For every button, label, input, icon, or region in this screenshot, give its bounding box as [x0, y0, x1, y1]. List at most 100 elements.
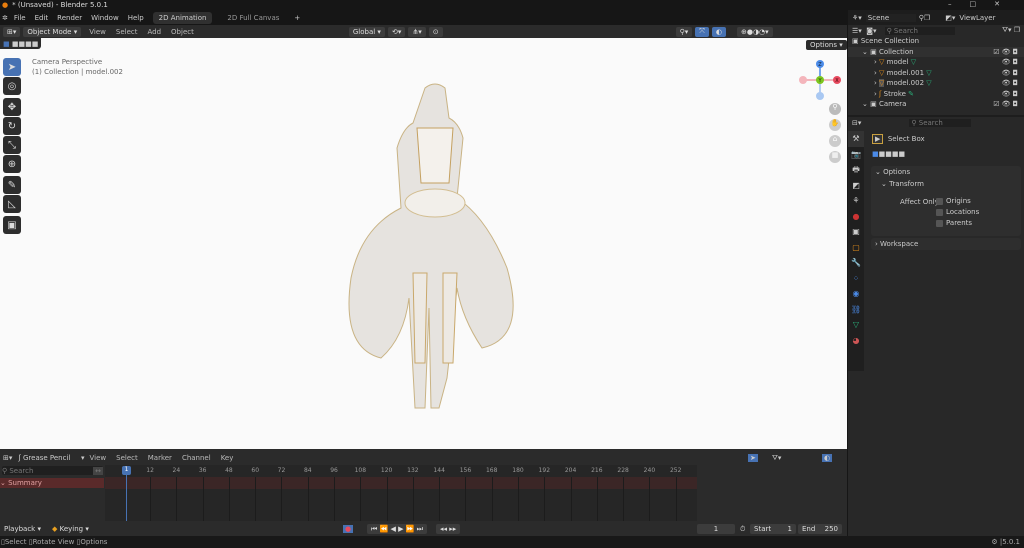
tab-2d-full-canvas[interactable]: 2D Full Canvas	[221, 12, 285, 24]
select-mode-buttons[interactable]: ■■■■■	[872, 150, 905, 158]
character-model[interactable]	[325, 78, 545, 418]
editor-mode-dropdown[interactable]: Grease Pencil	[23, 454, 81, 462]
properties-editor[interactable]: ⊟▾ ⚲ Search ⚒ 📷 🖶 ◩ ⚘ ● ▣ ▢ 🔧 ⁘ ◉ ⛓ ▽ ◕ ▶ Select Box …	[848, 117, 1024, 536]
scene-selector[interactable]: Scene	[865, 14, 916, 22]
editor-type-button[interactable]: ⊞▾	[3, 26, 21, 37]
menu-view[interactable]: View	[89, 28, 106, 36]
menu-key[interactable]: Key	[221, 454, 234, 462]
editor-type-button[interactable]: ⊞▾	[3, 454, 12, 462]
menu-select[interactable]: Select	[116, 454, 138, 462]
annotate-tool-icon[interactable]: ✎	[3, 176, 21, 194]
outliner-item-model-001[interactable]: › ▽ model.001 ▽ 👁◘	[848, 68, 1024, 79]
workspace-panel-header[interactable]: › Workspace	[871, 238, 1021, 250]
playback-dropdown[interactable]: Playback ▾	[0, 524, 45, 534]
playhead[interactable]: 1	[122, 465, 131, 521]
view-layer-icon[interactable]: ◩▾	[945, 14, 955, 22]
origins-checkbox[interactable]: Origins	[936, 197, 971, 205]
outliner-item-camera[interactable]: ⌄ ▣ Camera ☑👁◘	[848, 99, 1024, 110]
menu-marker[interactable]: Marker	[148, 454, 172, 462]
transform-subpanel-header[interactable]: ⌄ Transform	[871, 178, 1021, 190]
outliner-search-input[interactable]: ⚲ Search	[884, 26, 955, 35]
gizmo-neg-x[interactable]	[799, 76, 807, 84]
view-layer-selector[interactable]: ViewLayer	[959, 14, 995, 22]
locations-checkbox[interactable]: Locations	[936, 208, 979, 216]
zoom-icon[interactable]: ⚲	[829, 103, 841, 115]
menu-help[interactable]: Help	[128, 14, 144, 22]
only-selected-icon[interactable]: ➤	[748, 454, 758, 462]
menu-channel[interactable]: Channel	[182, 454, 211, 462]
gizmo-neg-z[interactable]	[816, 92, 824, 100]
visibility-icons[interactable]: 👁◘	[1002, 58, 1020, 66]
viewport-gizmo-button[interactable]: ⚲▾	[675, 26, 693, 37]
stopwatch-icon[interactable]: ⏱	[740, 525, 745, 534]
pan-hand-icon[interactable]: ✋	[829, 119, 841, 131]
orientation-dropdown[interactable]: Global ▾	[348, 26, 385, 37]
add-cube-tool-icon[interactable]: ▣	[3, 216, 21, 234]
swap-icon[interactable]: ↔	[93, 466, 103, 475]
auto-keying-record-icon[interactable]: ●	[343, 525, 354, 533]
outliner-item-collection[interactable]: ⌄ ▣ Collection ☑👁◘	[848, 46, 1024, 57]
channel-search-input[interactable]: ⚲ Search ↔	[2, 466, 103, 475]
snap-button[interactable]: ⋔▾	[408, 26, 426, 37]
visibility-icons[interactable]: ☑👁◘	[993, 48, 1020, 56]
visibility-icons[interactable]: ☑👁◘	[993, 100, 1020, 108]
end-frame-field[interactable]: End 250	[798, 524, 842, 534]
parents-checkbox[interactable]: Parents	[936, 219, 972, 227]
scale-tool-icon[interactable]: ⤡	[3, 136, 21, 154]
filter-icon[interactable]: ⛛▾	[772, 454, 781, 463]
properties-tabs[interactable]: ⚒ 📷 🖶 ◩ ⚘ ● ▣ ▢ 🔧 ⁘ ◉ ⛓ ▽ ◕	[848, 131, 864, 371]
playback-controls[interactable]: ⏮ ⏪ ◀ ▶ ⏩ ⏭	[367, 524, 427, 534]
start-frame-field[interactable]: Start 1	[750, 524, 796, 534]
camera-view-icon[interactable]: ⌂	[829, 135, 841, 147]
summary-channel[interactable]: ⌄ Summary	[0, 478, 104, 488]
tab-2d-animation[interactable]: 2D Animation	[152, 11, 213, 24]
properties-search-input[interactable]: ⚲ Search	[909, 119, 972, 127]
menu-window[interactable]: Window	[91, 14, 119, 22]
menu-select[interactable]: Select	[116, 28, 138, 36]
measure-tool-icon[interactable]: ◺	[3, 195, 21, 213]
overlay-button[interactable]: ◐	[711, 26, 726, 37]
blender-menu-icon[interactable]: ✲	[2, 14, 8, 22]
editor-type-button[interactable]: ⊟▾	[852, 119, 861, 127]
keyframe-jump-buttons[interactable]: ◂◂ ▸▸	[436, 524, 461, 534]
select-mode-buttons[interactable]: ■ ■■■■	[0, 38, 42, 49]
show-gizmo-button[interactable]: ⤧	[695, 26, 709, 37]
outliner-item-model[interactable]: › ▽ model ▽ 👁◘	[848, 57, 1024, 68]
ortho-grid-icon[interactable]: ▦	[829, 151, 841, 163]
rotate-tool-icon[interactable]: ↻	[3, 117, 21, 135]
menu-object[interactable]: Object	[171, 28, 194, 36]
select-tool-icon[interactable]: ➤	[3, 58, 21, 76]
outliner-scene-collection[interactable]: ▣ Scene Collection	[848, 36, 1024, 47]
navigation-gizmo[interactable]: Z X Y	[796, 58, 846, 106]
filter-icon[interactable]: ⛛▾ ❐	[1002, 26, 1020, 35]
proportional-button[interactable]: ⊙	[428, 26, 443, 37]
options-panel-header[interactable]: ⌄ Options	[871, 166, 1021, 178]
timeline-editor[interactable]: ⊞▾ ʃ Grease Pencil ▾ View Select Marker C…	[0, 449, 847, 536]
pivot-dropdown[interactable]: ⟲▾	[387, 26, 406, 37]
filter-view-icon[interactable]: ◙▾	[866, 27, 876, 35]
shading-buttons[interactable]: ⊕●◑◔▾	[736, 26, 773, 37]
display-mode-icon[interactable]: ☰▾	[852, 27, 862, 35]
scene-icon[interactable]: ⚘▾	[852, 14, 862, 22]
pin-icon[interactable]: ⚲❐	[919, 14, 930, 22]
menu-render[interactable]: Render	[57, 14, 82, 22]
keying-dropdown[interactable]: ◆ Keying ▾	[48, 524, 93, 534]
menu-edit[interactable]: Edit	[35, 14, 49, 22]
mode-dropdown[interactable]: Object Mode ▾	[23, 26, 82, 37]
menu-add[interactable]: Add	[147, 28, 161, 36]
visibility-icons[interactable]: 👁◘	[1002, 79, 1020, 87]
cursor-tool-icon[interactable]: ◎	[3, 77, 21, 95]
options-dropdown[interactable]: Options ▾	[806, 40, 847, 50]
overlay-icon[interactable]: ◐	[822, 454, 833, 462]
outliner[interactable]: ☰▾ ◙▾ ⚲ Search ⛛▾ ❐ ▣ Scene Collection ⌄…	[848, 25, 1024, 115]
menu-file[interactable]: File	[14, 14, 26, 22]
menu-view[interactable]: View	[90, 454, 107, 462]
dopesheet-area[interactable]: 12 24 36 48 60 72 84 96 108 120 132 144 156 168 180 192…	[105, 465, 697, 521]
3d-viewport[interactable]: ■ ■■■■ Camera Perspective (1) Collection…	[0, 38, 847, 449]
visibility-icons[interactable]: 👁◘	[1002, 90, 1020, 98]
add-workspace-button[interactable]: +	[294, 14, 300, 22]
visibility-icons[interactable]: 👁◘	[1002, 69, 1020, 77]
move-tool-icon[interactable]: ✥	[3, 98, 21, 116]
outliner-item-model-002[interactable]: › ▽ model.002 ▽ 👁◘	[848, 78, 1024, 89]
window-controls[interactable]: –□✕	[948, 0, 1018, 8]
